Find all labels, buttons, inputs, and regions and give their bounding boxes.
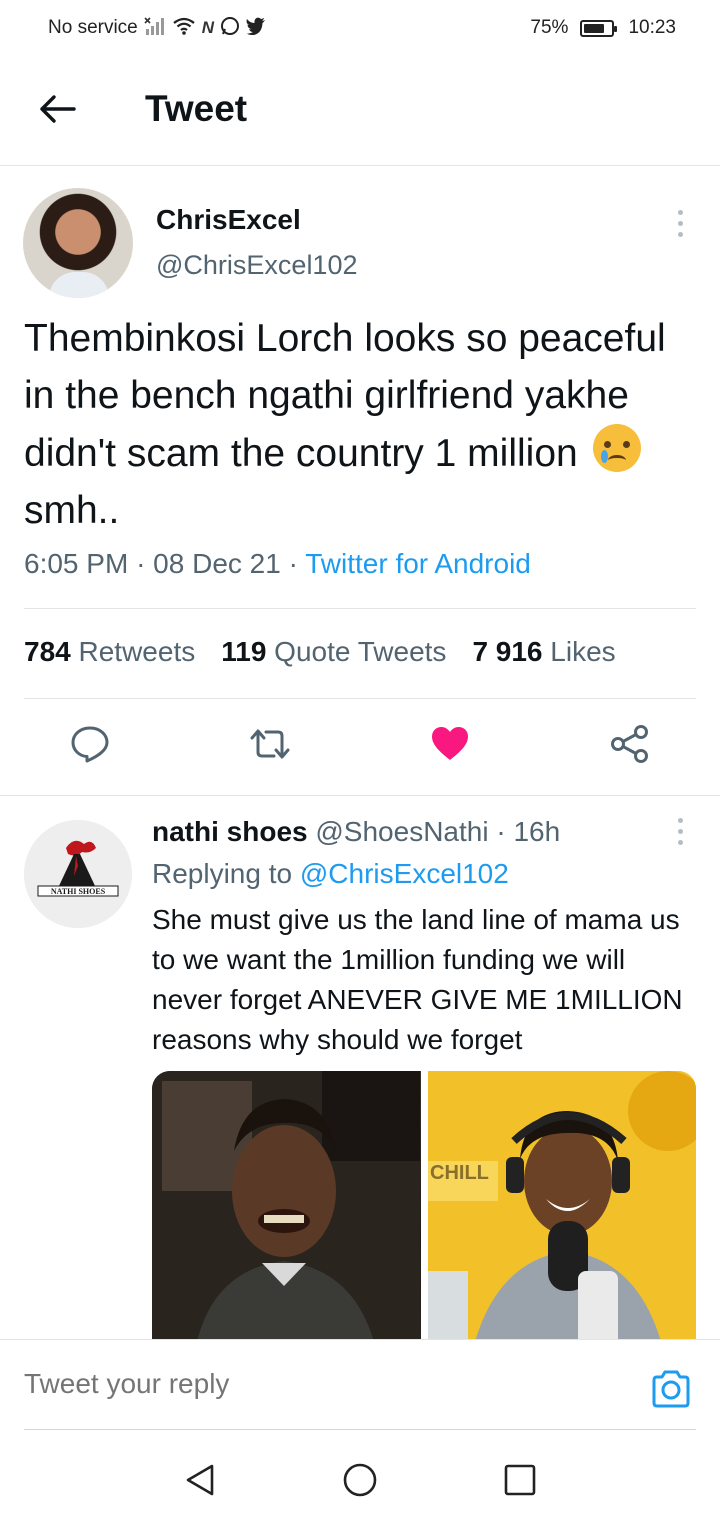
- media-photo-left[interactable]: [152, 1071, 421, 1339]
- svg-text:NATHI SHOES: NATHI SHOES: [51, 887, 106, 896]
- back-arrow-icon: [40, 95, 76, 123]
- clock: 10:23: [628, 17, 676, 38]
- tweet-text: Thembinkosi Lorch looks so peaceful in t…: [24, 310, 684, 539]
- reply-text: She must give us the land line of mama u…: [152, 904, 683, 1055]
- tweet-text-body: Thembinkosi Lorch looks so peaceful in t…: [24, 317, 666, 475]
- reply-icon[interactable]: [70, 724, 110, 764]
- system-nav-bar: [0, 1432, 720, 1520]
- reply-author-handle[interactable]: @ShoesNathi: [315, 816, 488, 847]
- reply-header: nathi shoes @ShoesNathi · 16h: [152, 816, 560, 848]
- status-bar: No service N 75% 10:23: [0, 0, 720, 56]
- more-options-icon[interactable]: [676, 210, 684, 237]
- podcast-man-photo: CHILL: [427, 1071, 696, 1339]
- tweet-actions: [0, 698, 720, 794]
- nfc-icon: N: [201, 18, 215, 37]
- avatar-shirt: [49, 272, 109, 298]
- media-photo-right[interactable]: CHILL: [427, 1071, 696, 1339]
- carrier-text: No service: [48, 17, 138, 38]
- tweet-author-name[interactable]: ChrisExcel: [156, 204, 301, 236]
- tweet-text-tail: smh..: [24, 489, 120, 532]
- nav-home-icon[interactable]: [342, 1462, 378, 1498]
- status-left: No service N: [48, 16, 266, 41]
- reply-avatar[interactable]: NATHI SHOES: [24, 820, 132, 928]
- tweet-time: 6:05 PM: [24, 548, 129, 579]
- compose-underline: [24, 1429, 696, 1430]
- reply-compose-bar: [0, 1339, 720, 1431]
- nav-back-icon[interactable]: [182, 1462, 218, 1498]
- camera-icon[interactable]: [650, 1368, 692, 1410]
- tweet-author-handle[interactable]: @ChrisExcel102: [156, 250, 358, 281]
- like-heart-icon[interactable]: [430, 724, 470, 764]
- page-title: Tweet: [145, 88, 248, 129]
- share-icon[interactable]: [610, 724, 650, 764]
- back-button[interactable]: [36, 88, 78, 130]
- tweet-date: 08 Dec 21: [153, 548, 281, 579]
- divider: [24, 608, 696, 609]
- app-header: Tweet: [0, 56, 720, 166]
- laughing-man-photo: [152, 1071, 420, 1339]
- svg-text:CHILL: CHILL: [430, 1162, 489, 1184]
- reply-age: 16h: [513, 816, 561, 847]
- battery-icon: [580, 19, 618, 37]
- likes-stat[interactable]: 7 916 Likes: [472, 636, 615, 668]
- reply-input[interactable]: [24, 1368, 624, 1400]
- whatsapp-icon: [220, 16, 240, 41]
- twitter-bird-icon: [246, 17, 266, 40]
- reply-author-name[interactable]: nathi shoes: [152, 816, 308, 847]
- quote-tweets-stat[interactable]: 119 Quote Tweets: [221, 636, 446, 668]
- replying-to: Replying to @ChrisExcel102: [152, 858, 509, 890]
- replying-label: Replying to: [152, 858, 293, 889]
- wifi-icon: [172, 17, 196, 40]
- tweet-meta: 6:05 PM · 08 Dec 21 · Twitter for Androi…: [24, 548, 531, 580]
- status-right: 75% 10:23: [530, 17, 676, 39]
- tweet-source-link[interactable]: Twitter for Android: [305, 548, 531, 579]
- retweets-stat[interactable]: 784 Retweets: [24, 636, 195, 668]
- signal-icon: [144, 16, 166, 40]
- tweet-stats: 784 Retweets 119 Quote Tweets 7 916 Like…: [24, 636, 616, 668]
- retweet-icon[interactable]: [250, 724, 290, 764]
- meta-separator: ·: [496, 816, 506, 847]
- battery-percent: 75%: [530, 17, 569, 38]
- meta-separator: ·: [136, 548, 146, 579]
- meta-separator: ·: [288, 548, 298, 579]
- battery-fill: [584, 23, 604, 33]
- reply-tweet[interactable]: NATHI SHOES nathi shoes @ShoesNathi · 16…: [0, 796, 720, 1339]
- nav-recents-icon[interactable]: [502, 1462, 538, 1498]
- volcano-logo-icon: NATHI SHOES: [24, 820, 132, 928]
- avatar[interactable]: [23, 188, 133, 298]
- reply-media[interactable]: CHILL: [152, 1071, 696, 1339]
- reply-more-options-icon[interactable]: [676, 818, 684, 845]
- crying-face-emoji-icon: [592, 424, 641, 472]
- replying-to-mention[interactable]: @ChrisExcel102: [300, 858, 509, 889]
